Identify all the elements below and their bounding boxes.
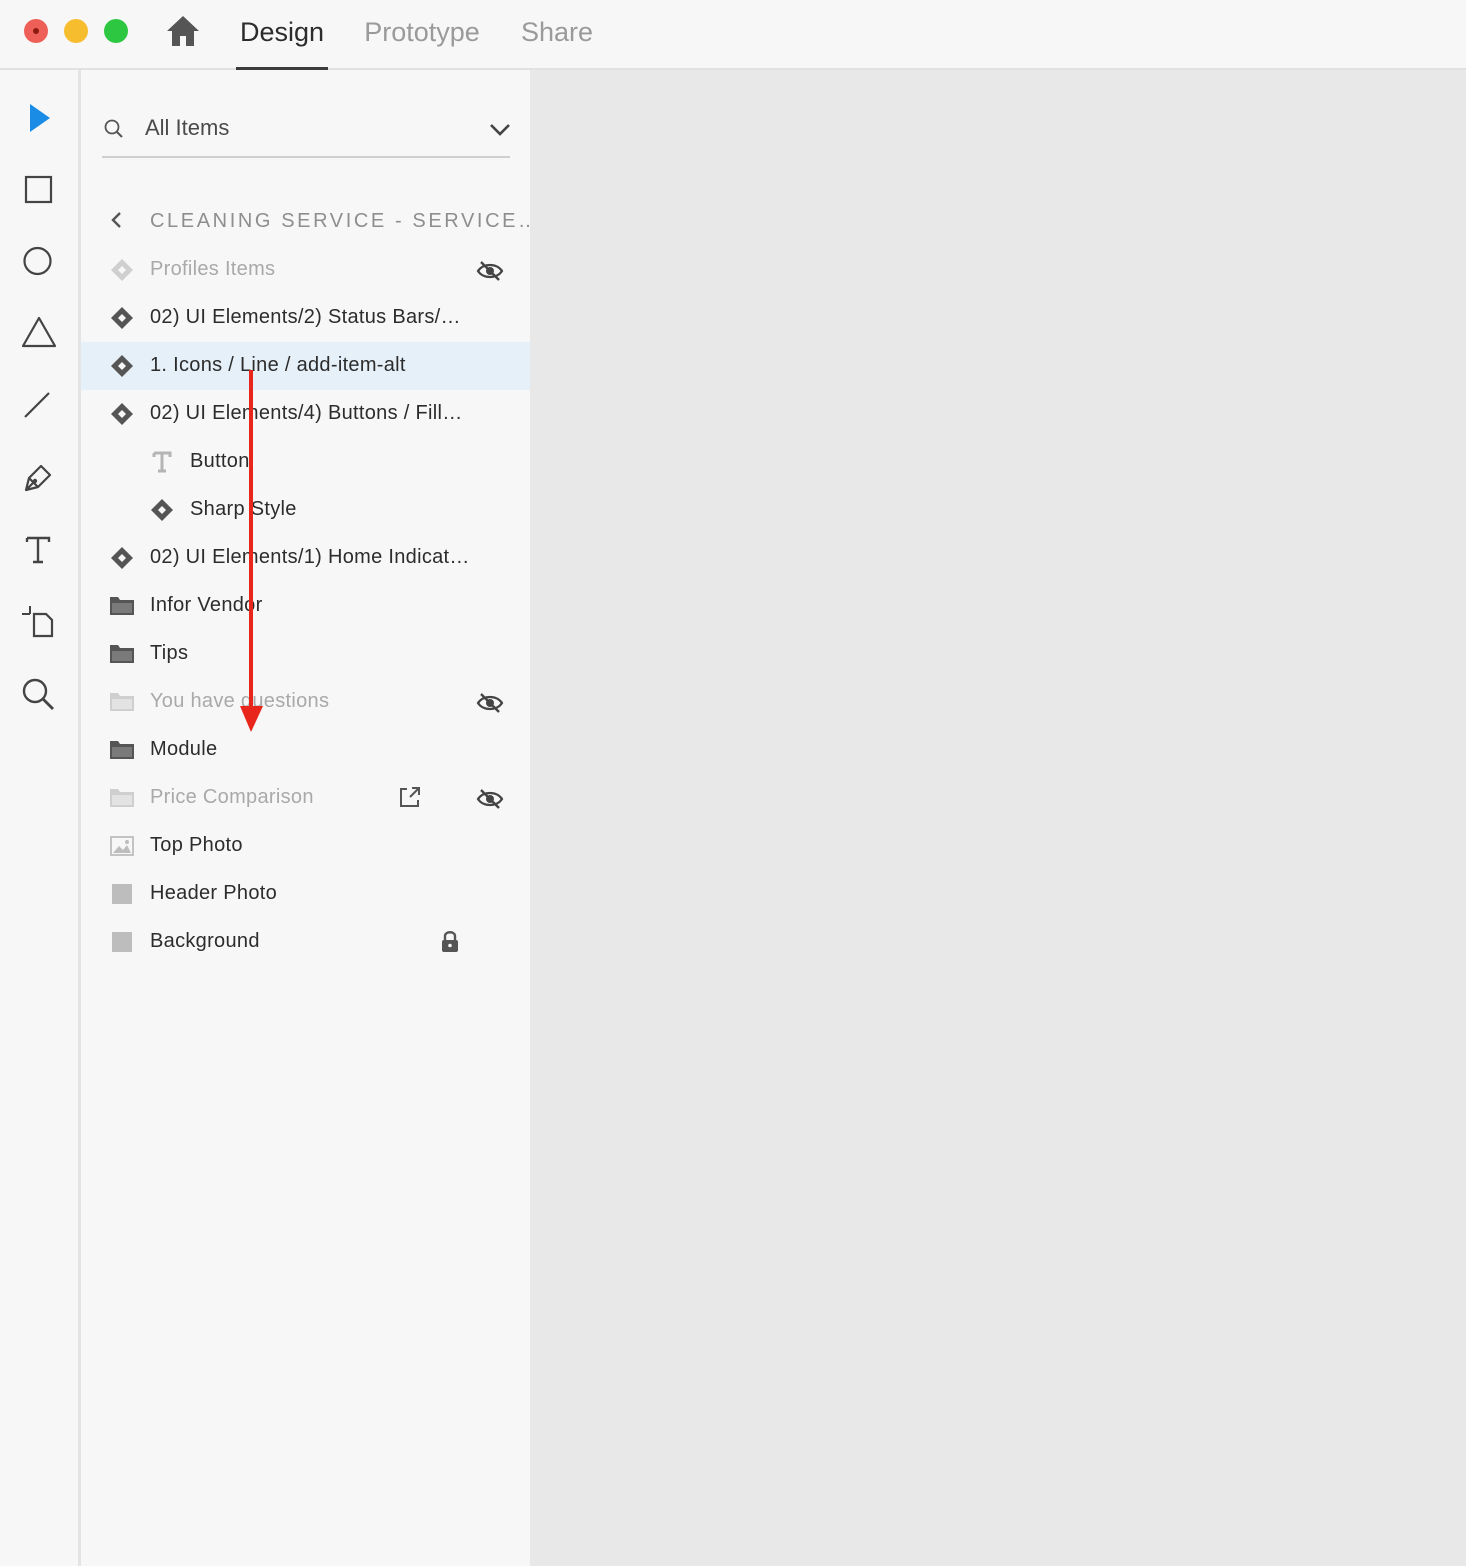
component-icon (109, 353, 135, 379)
group-icon (109, 641, 135, 667)
breadcrumb[interactable]: CLEANING SERVICE - SERVICE… (81, 196, 538, 246)
layer-row[interactable]: Price Comparison (81, 774, 530, 822)
zoom-tool-icon[interactable] (16, 672, 60, 716)
layer-row[interactable]: Background (81, 918, 530, 966)
tab-design[interactable]: Design (236, 0, 328, 70)
line-tool-icon[interactable] (16, 384, 60, 428)
polygon-tool-icon[interactable] (16, 312, 60, 356)
tools-toolbar (0, 70, 81, 1566)
hidden-eye-icon[interactable] (476, 689, 504, 717)
layer-label: Top Photo (150, 834, 243, 856)
layer-label: 02) UI Elements/2) Status Bars/… (150, 306, 461, 328)
layers-panel: All Items CLEANING SERVICE - SERVICE… Pr… (81, 70, 538, 1566)
layers-filter-label: All Items (145, 115, 230, 140)
component-icon (109, 257, 135, 283)
component-icon (109, 401, 135, 427)
lock-icon[interactable] (439, 929, 461, 953)
rectangle-icon (109, 881, 135, 907)
rectangle-tool-icon[interactable] (16, 168, 60, 212)
home-icon[interactable] (165, 14, 201, 48)
layer-label: Sharp Style (190, 498, 297, 520)
layer-label: Button (190, 450, 250, 472)
layer-row[interactable]: 02) UI Elements/1) Home Indicat… (81, 534, 530, 582)
window-minimize-button[interactable] (64, 19, 88, 43)
layers-filter-dropdown[interactable]: All Items (102, 104, 510, 158)
layer-label: Price Comparison (150, 786, 314, 808)
component-icon (149, 497, 175, 523)
group-icon (109, 785, 135, 811)
layer-label: Header Photo (150, 882, 278, 904)
search-icon (104, 119, 123, 138)
breadcrumb-label: CLEANING SERVICE - SERVICE… (150, 210, 541, 232)
rectangle-icon (109, 929, 135, 955)
layer-row[interactable]: Tips (81, 630, 530, 678)
title-bar: Design Prototype Share (0, 0, 1466, 70)
select-tool-icon[interactable] (16, 96, 60, 140)
layer-row[interactable]: Infor Vendor (81, 582, 530, 630)
layer-label: Profiles Items (150, 258, 276, 280)
group-icon (109, 593, 135, 619)
hidden-eye-icon[interactable] (476, 257, 504, 285)
layer-row[interactable]: Sharp Style (81, 486, 530, 534)
layer-label: 02) UI Elements/1) Home Indicat… (150, 546, 470, 568)
layer-row[interactable]: Module (81, 726, 530, 774)
artboard-tool-icon[interactable] (16, 600, 60, 644)
text-tool-icon[interactable] (16, 528, 60, 572)
layer-label: 1. Icons / Line / add-item-alt (150, 354, 406, 376)
layer-row[interactable]: 02) UI Elements/2) Status Bars/… (81, 294, 530, 342)
group-icon (109, 737, 135, 763)
layer-row[interactable]: 02) UI Elements/4) Buttons / Fill… (81, 390, 530, 438)
layer-label: Infor Vendor (150, 594, 263, 616)
open-external-icon[interactable] (397, 784, 423, 810)
tab-share[interactable]: Share (518, 0, 596, 68)
layer-row[interactable]: Button (81, 438, 530, 486)
layer-label: Background (150, 930, 260, 952)
chevron-down-icon[interactable] (488, 118, 512, 142)
ellipse-tool-icon[interactable] (16, 240, 60, 284)
pen-tool-icon[interactable] (16, 456, 60, 500)
layer-label: You have questions (150, 690, 330, 712)
group-icon (109, 689, 135, 715)
chevron-left-icon[interactable] (107, 210, 127, 230)
layer-row[interactable]: You have questions (81, 678, 530, 726)
layer-label: 02) UI Elements/4) Buttons / Fill… (150, 402, 463, 424)
window-maximize-button[interactable] (104, 19, 128, 43)
layer-row[interactable]: Top Photo (81, 822, 530, 870)
layer-label: Tips (150, 642, 189, 664)
layer-row[interactable]: Profiles Items (81, 246, 530, 294)
window-close-button[interactable] (24, 19, 48, 43)
text-icon (149, 449, 175, 475)
image-icon (109, 833, 135, 859)
hidden-eye-icon[interactable] (476, 785, 504, 813)
tab-prototype[interactable]: Prototype (360, 0, 484, 68)
design-canvas[interactable] (530, 70, 1466, 1566)
layer-label: Module (150, 738, 218, 760)
layer-row[interactable]: 1. Icons / Line / add-item-alt (81, 342, 530, 390)
component-icon (109, 545, 135, 571)
layer-row[interactable]: Header Photo (81, 870, 530, 918)
component-icon (109, 305, 135, 331)
